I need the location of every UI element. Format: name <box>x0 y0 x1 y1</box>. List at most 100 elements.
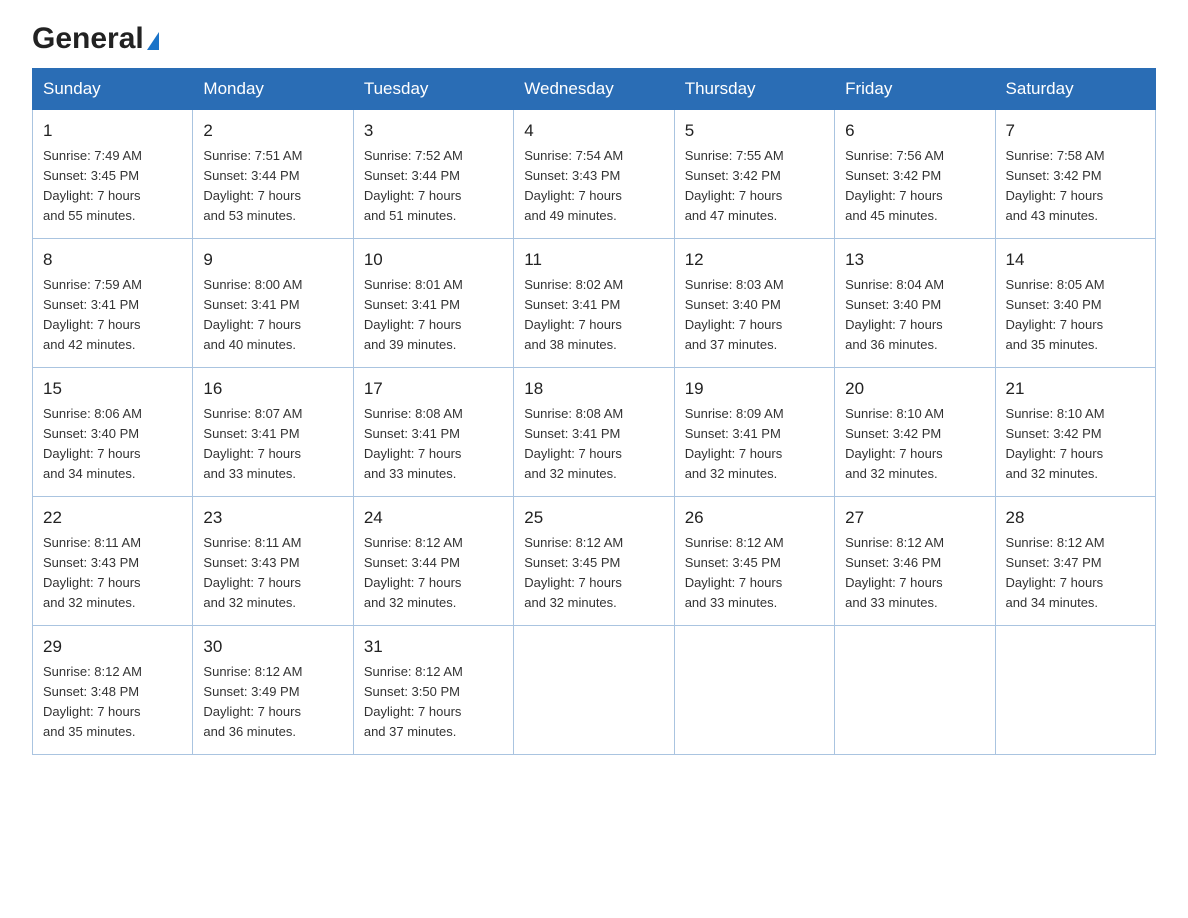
day-cell: 22Sunrise: 8:11 AMSunset: 3:43 PMDayligh… <box>33 497 193 626</box>
day-number: 31 <box>364 634 503 660</box>
day-cell: 27Sunrise: 8:12 AMSunset: 3:46 PMDayligh… <box>835 497 995 626</box>
day-cell: 24Sunrise: 8:12 AMSunset: 3:44 PMDayligh… <box>353 497 513 626</box>
header: General <box>32 24 1156 50</box>
day-info: Sunrise: 7:52 AMSunset: 3:44 PMDaylight:… <box>364 146 503 227</box>
day-info: Sunrise: 8:12 AMSunset: 3:49 PMDaylight:… <box>203 662 342 743</box>
day-info: Sunrise: 8:09 AMSunset: 3:41 PMDaylight:… <box>685 404 824 485</box>
day-cell: 28Sunrise: 8:12 AMSunset: 3:47 PMDayligh… <box>995 497 1155 626</box>
day-info: Sunrise: 8:12 AMSunset: 3:44 PMDaylight:… <box>364 533 503 614</box>
day-cell: 29Sunrise: 8:12 AMSunset: 3:48 PMDayligh… <box>33 626 193 755</box>
day-info: Sunrise: 8:05 AMSunset: 3:40 PMDaylight:… <box>1006 275 1145 356</box>
day-info: Sunrise: 8:11 AMSunset: 3:43 PMDaylight:… <box>43 533 182 614</box>
day-cell <box>835 626 995 755</box>
day-cell: 9Sunrise: 8:00 AMSunset: 3:41 PMDaylight… <box>193 239 353 368</box>
header-cell-friday: Friday <box>835 69 995 110</box>
day-info: Sunrise: 7:59 AMSunset: 3:41 PMDaylight:… <box>43 275 182 356</box>
day-cell: 10Sunrise: 8:01 AMSunset: 3:41 PMDayligh… <box>353 239 513 368</box>
day-cell <box>514 626 674 755</box>
day-number: 30 <box>203 634 342 660</box>
day-number: 29 <box>43 634 182 660</box>
calendar-body: 1Sunrise: 7:49 AMSunset: 3:45 PMDaylight… <box>33 110 1156 755</box>
day-number: 7 <box>1006 118 1145 144</box>
calendar-header: SundayMondayTuesdayWednesdayThursdayFrid… <box>33 69 1156 110</box>
day-info: Sunrise: 7:55 AMSunset: 3:42 PMDaylight:… <box>685 146 824 227</box>
day-number: 13 <box>845 247 984 273</box>
day-cell: 14Sunrise: 8:05 AMSunset: 3:40 PMDayligh… <box>995 239 1155 368</box>
logo: General <box>32 24 159 54</box>
day-number: 6 <box>845 118 984 144</box>
day-info: Sunrise: 8:06 AMSunset: 3:40 PMDaylight:… <box>43 404 182 485</box>
day-cell: 6Sunrise: 7:56 AMSunset: 3:42 PMDaylight… <box>835 110 995 239</box>
week-row-1: 1Sunrise: 7:49 AMSunset: 3:45 PMDaylight… <box>33 110 1156 239</box>
day-info: Sunrise: 8:00 AMSunset: 3:41 PMDaylight:… <box>203 275 342 356</box>
day-number: 23 <box>203 505 342 531</box>
day-cell: 3Sunrise: 7:52 AMSunset: 3:44 PMDaylight… <box>353 110 513 239</box>
day-cell: 25Sunrise: 8:12 AMSunset: 3:45 PMDayligh… <box>514 497 674 626</box>
day-info: Sunrise: 8:12 AMSunset: 3:46 PMDaylight:… <box>845 533 984 614</box>
day-number: 11 <box>524 247 663 273</box>
day-number: 28 <box>1006 505 1145 531</box>
day-cell: 18Sunrise: 8:08 AMSunset: 3:41 PMDayligh… <box>514 368 674 497</box>
day-info: Sunrise: 8:08 AMSunset: 3:41 PMDaylight:… <box>364 404 503 485</box>
day-number: 24 <box>364 505 503 531</box>
day-cell: 30Sunrise: 8:12 AMSunset: 3:49 PMDayligh… <box>193 626 353 755</box>
day-info: Sunrise: 8:12 AMSunset: 3:47 PMDaylight:… <box>1006 533 1145 614</box>
day-info: Sunrise: 8:12 AMSunset: 3:50 PMDaylight:… <box>364 662 503 743</box>
header-cell-saturday: Saturday <box>995 69 1155 110</box>
day-info: Sunrise: 8:08 AMSunset: 3:41 PMDaylight:… <box>524 404 663 485</box>
day-info: Sunrise: 8:10 AMSunset: 3:42 PMDaylight:… <box>1006 404 1145 485</box>
day-number: 2 <box>203 118 342 144</box>
day-number: 15 <box>43 376 182 402</box>
day-number: 3 <box>364 118 503 144</box>
day-number: 19 <box>685 376 824 402</box>
day-cell: 15Sunrise: 8:06 AMSunset: 3:40 PMDayligh… <box>33 368 193 497</box>
week-row-4: 22Sunrise: 8:11 AMSunset: 3:43 PMDayligh… <box>33 497 1156 626</box>
day-cell: 2Sunrise: 7:51 AMSunset: 3:44 PMDaylight… <box>193 110 353 239</box>
day-info: Sunrise: 8:02 AMSunset: 3:41 PMDaylight:… <box>524 275 663 356</box>
day-info: Sunrise: 8:07 AMSunset: 3:41 PMDaylight:… <box>203 404 342 485</box>
day-cell: 16Sunrise: 8:07 AMSunset: 3:41 PMDayligh… <box>193 368 353 497</box>
week-row-2: 8Sunrise: 7:59 AMSunset: 3:41 PMDaylight… <box>33 239 1156 368</box>
day-info: Sunrise: 8:04 AMSunset: 3:40 PMDaylight:… <box>845 275 984 356</box>
day-cell: 19Sunrise: 8:09 AMSunset: 3:41 PMDayligh… <box>674 368 834 497</box>
day-cell <box>674 626 834 755</box>
day-info: Sunrise: 7:58 AMSunset: 3:42 PMDaylight:… <box>1006 146 1145 227</box>
day-cell: 20Sunrise: 8:10 AMSunset: 3:42 PMDayligh… <box>835 368 995 497</box>
logo-general-text: General <box>32 24 144 54</box>
day-cell <box>995 626 1155 755</box>
day-number: 25 <box>524 505 663 531</box>
day-number: 8 <box>43 247 182 273</box>
day-info: Sunrise: 7:56 AMSunset: 3:42 PMDaylight:… <box>845 146 984 227</box>
day-cell: 17Sunrise: 8:08 AMSunset: 3:41 PMDayligh… <box>353 368 513 497</box>
day-number: 5 <box>685 118 824 144</box>
day-number: 9 <box>203 247 342 273</box>
day-cell: 7Sunrise: 7:58 AMSunset: 3:42 PMDaylight… <box>995 110 1155 239</box>
day-cell: 8Sunrise: 7:59 AMSunset: 3:41 PMDaylight… <box>33 239 193 368</box>
day-number: 21 <box>1006 376 1145 402</box>
day-number: 10 <box>364 247 503 273</box>
day-info: Sunrise: 8:12 AMSunset: 3:45 PMDaylight:… <box>685 533 824 614</box>
day-cell: 1Sunrise: 7:49 AMSunset: 3:45 PMDaylight… <box>33 110 193 239</box>
day-info: Sunrise: 8:12 AMSunset: 3:48 PMDaylight:… <box>43 662 182 743</box>
day-number: 1 <box>43 118 182 144</box>
header-cell-wednesday: Wednesday <box>514 69 674 110</box>
day-cell: 4Sunrise: 7:54 AMSunset: 3:43 PMDaylight… <box>514 110 674 239</box>
day-cell: 13Sunrise: 8:04 AMSunset: 3:40 PMDayligh… <box>835 239 995 368</box>
day-cell: 11Sunrise: 8:02 AMSunset: 3:41 PMDayligh… <box>514 239 674 368</box>
week-row-5: 29Sunrise: 8:12 AMSunset: 3:48 PMDayligh… <box>33 626 1156 755</box>
day-number: 14 <box>1006 247 1145 273</box>
header-cell-thursday: Thursday <box>674 69 834 110</box>
day-info: Sunrise: 7:54 AMSunset: 3:43 PMDaylight:… <box>524 146 663 227</box>
day-cell: 12Sunrise: 8:03 AMSunset: 3:40 PMDayligh… <box>674 239 834 368</box>
day-number: 22 <box>43 505 182 531</box>
day-number: 18 <box>524 376 663 402</box>
day-info: Sunrise: 7:51 AMSunset: 3:44 PMDaylight:… <box>203 146 342 227</box>
header-row: SundayMondayTuesdayWednesdayThursdayFrid… <box>33 69 1156 110</box>
day-number: 17 <box>364 376 503 402</box>
day-info: Sunrise: 8:01 AMSunset: 3:41 PMDaylight:… <box>364 275 503 356</box>
day-number: 20 <box>845 376 984 402</box>
day-cell: 23Sunrise: 8:11 AMSunset: 3:43 PMDayligh… <box>193 497 353 626</box>
day-number: 4 <box>524 118 663 144</box>
day-info: Sunrise: 8:10 AMSunset: 3:42 PMDaylight:… <box>845 404 984 485</box>
header-cell-tuesday: Tuesday <box>353 69 513 110</box>
